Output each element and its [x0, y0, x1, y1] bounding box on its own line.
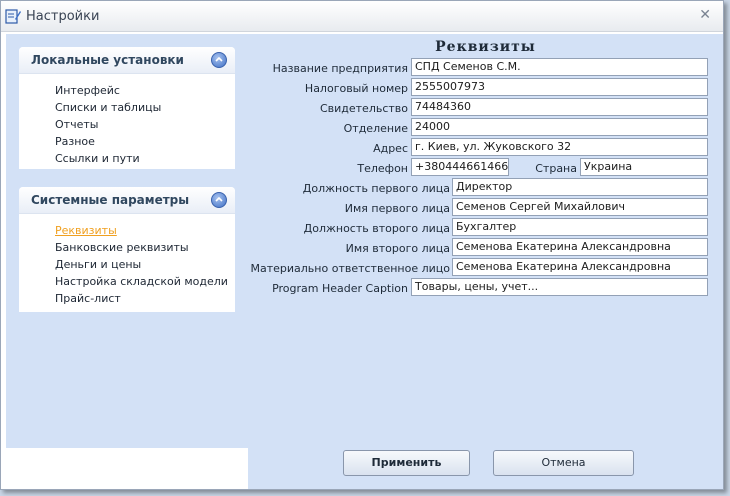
group-system-parameters-header[interactable]: Системные параметры	[19, 187, 235, 214]
group-local-settings: Локальные установки Интерфейс Списки и т…	[19, 47, 235, 169]
cancel-button[interactable]: Отмена	[493, 450, 634, 476]
group-title: Системные параметры	[31, 193, 190, 207]
country-label: Страна	[535, 162, 577, 175]
first-person-position-label: Должность первого лица	[302, 182, 450, 195]
first-person-name-field[interactable]: Семенов Сергей Михайлович	[452, 198, 708, 216]
page-title: Реквизиты	[435, 39, 536, 55]
settings-window: Настройки ✕ Локальные установки Интерфей…	[0, 0, 724, 490]
collapse-up-icon[interactable]	[211, 192, 227, 208]
sidebar: Локальные установки Интерфейс Списки и т…	[6, 34, 248, 448]
sidebar-item-lists-tables[interactable]: Списки и таблицы	[19, 99, 235, 116]
tax-number-label: Налоговый номер	[304, 82, 408, 95]
second-person-name-label: Имя второго лица	[345, 242, 450, 255]
group-system-parameters: Системные параметры Реквизиты Банковские…	[19, 187, 235, 312]
collapse-up-icon[interactable]	[211, 52, 227, 68]
responsible-person-field[interactable]: Семенова Екатерина Александровна	[452, 258, 708, 276]
close-icon[interactable]: ✕	[699, 7, 711, 23]
sidebar-item-bank-requisites[interactable]: Банковские реквизиты	[19, 239, 235, 256]
country-field[interactable]: Украина	[580, 158, 708, 176]
group-title: Локальные установки	[31, 53, 184, 67]
second-person-position-field[interactable]: Бухгалтер	[452, 218, 708, 236]
responsible-person-label: Материально ответственное лицо	[250, 262, 451, 275]
sidebar-item-reports[interactable]: Отчеты	[19, 116, 235, 133]
title-bar: Настройки ✕	[1, 1, 723, 32]
company-name-label: Название предприятия	[272, 62, 408, 75]
second-person-name-field[interactable]: Семенова Екатерина Александровна	[452, 238, 708, 256]
address-label: Адрес	[373, 142, 408, 155]
sidebar-item-links-paths[interactable]: Ссылки и пути	[19, 150, 235, 167]
branch-label: Отделение	[343, 122, 408, 135]
phone-field[interactable]: +380444661466	[411, 158, 509, 176]
settings-app-icon	[5, 9, 21, 24]
sidebar-item-interface[interactable]: Интерфейс	[19, 82, 235, 99]
group-local-settings-header[interactable]: Локальные установки	[19, 47, 235, 74]
header-caption-label: Program Header Caption	[272, 282, 408, 295]
group-system-parameters-items: Реквизиты Банковские реквизиты Деньги и …	[19, 214, 235, 313]
branch-field[interactable]: 24000	[411, 118, 708, 136]
second-person-position-label: Должность второго лица	[303, 222, 450, 235]
company-name-field[interactable]: СПД Семенов С.М.	[411, 58, 708, 76]
certificate-label: Свидетельство	[319, 102, 408, 115]
header-caption-field[interactable]: Товары, цены, учет...	[411, 278, 708, 296]
tax-number-field[interactable]: 2555007973	[411, 78, 708, 96]
window-title: Настройки	[26, 9, 100, 24]
requisites-panel: Реквизиты Название предприятия СПД Семен…	[248, 34, 723, 489]
sidebar-item-requisites[interactable]: Реквизиты	[19, 222, 235, 239]
sidebar-item-price-list[interactable]: Прайс-лист	[19, 290, 235, 307]
certificate-field[interactable]: 74484360	[411, 98, 708, 116]
apply-button[interactable]: Применить	[343, 450, 470, 476]
group-local-settings-items: Интерфейс Списки и таблицы Отчеты Разное…	[19, 74, 235, 173]
first-person-position-field[interactable]: Директор	[452, 178, 708, 196]
sidebar-item-money-prices[interactable]: Деньги и цены	[19, 256, 235, 273]
address-field[interactable]: г. Киев, ул. Жуковского 32	[411, 138, 708, 156]
sidebar-item-misc[interactable]: Разное	[19, 133, 235, 150]
phone-label: Телефон	[357, 162, 408, 175]
sidebar-item-warehouse-model[interactable]: Настройка складской модели	[19, 273, 235, 290]
first-person-name-label: Имя первого лица	[344, 202, 450, 215]
